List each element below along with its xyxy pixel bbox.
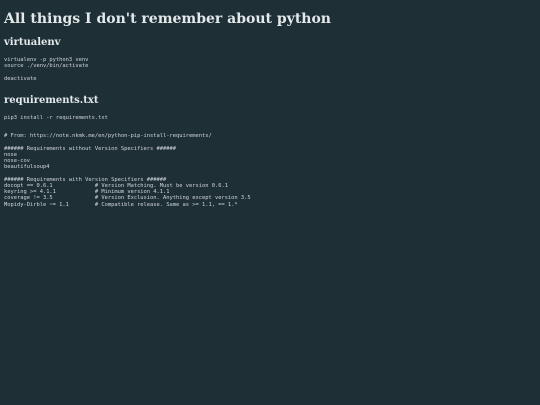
section-title-virtualenv: virtualenv xyxy=(4,37,61,48)
page: All things I don't remember about python… xyxy=(0,0,540,405)
section-title-requirements: requirements.txt xyxy=(4,94,99,106)
code-block-virtualenv: virtualenv -p python3 venv source ./venv… xyxy=(4,57,89,82)
code-block-requirements: pip3 install -r requirements.txt # From:… xyxy=(4,114,251,208)
page-title: All things I don't remember about python xyxy=(4,11,331,27)
